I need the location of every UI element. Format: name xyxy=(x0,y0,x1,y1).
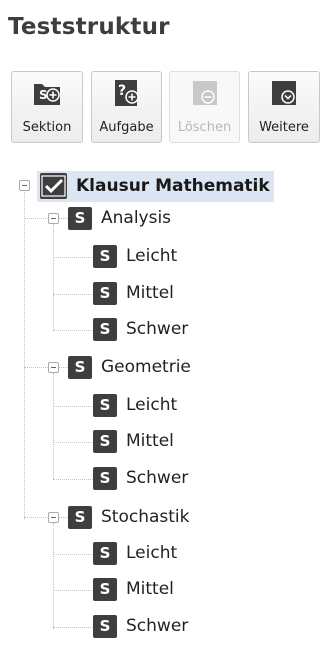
item-label: Schwer xyxy=(126,616,189,636)
item-label: Schwer xyxy=(126,468,189,488)
tree-connector xyxy=(53,523,54,629)
tree-connector xyxy=(53,406,93,407)
collapse-toggle-stochastik[interactable] xyxy=(48,512,59,523)
tree-connector xyxy=(53,330,93,331)
section-label: Analysis xyxy=(101,208,172,228)
tree-connector xyxy=(53,224,54,330)
section-icon: S xyxy=(93,542,117,565)
section-icon: S xyxy=(93,578,117,601)
section-icon: S xyxy=(93,245,117,268)
checkbox-checked-icon xyxy=(40,173,67,199)
section-icon: S xyxy=(68,356,92,379)
page-title: Teststruktur xyxy=(8,14,170,40)
section-label: Geometrie xyxy=(101,357,191,377)
tree-connector xyxy=(53,442,93,443)
section-icon: S xyxy=(68,207,92,230)
add-task-button[interactable]: ? Aufgabe xyxy=(91,71,162,143)
tree-connector xyxy=(24,192,25,519)
more-button[interactable]: Weitere xyxy=(248,71,320,143)
item-label: Leicht xyxy=(126,543,178,563)
section-icon: S xyxy=(93,615,117,638)
delete-icon xyxy=(192,81,217,105)
tree-connector xyxy=(53,479,93,480)
add-task-label: Aufgabe xyxy=(99,120,154,135)
section-icon: S xyxy=(93,282,117,305)
item-label: Mittel xyxy=(126,431,174,451)
item-label: Mittel xyxy=(126,579,174,599)
add-section-icon: S xyxy=(34,84,60,105)
tree-connector xyxy=(53,590,93,591)
more-label: Weitere xyxy=(259,120,309,135)
tree-connector xyxy=(53,554,93,555)
tree-connector xyxy=(24,218,68,219)
collapse-toggle-geometrie[interactable] xyxy=(48,362,59,373)
tree-connector xyxy=(24,517,68,518)
section-icon: S xyxy=(93,430,117,453)
svg-text:?: ? xyxy=(118,83,126,99)
item-label: Mittel xyxy=(126,283,174,303)
tree-connector xyxy=(53,373,54,479)
collapse-toggle-root[interactable] xyxy=(19,180,30,191)
delete-label: Löschen xyxy=(177,120,232,135)
tree-connector xyxy=(53,627,93,628)
more-dropdown-icon xyxy=(272,81,296,105)
tree-connector xyxy=(24,367,68,368)
tree-connector xyxy=(53,257,93,258)
tree-root-label: Klausur Mathematik xyxy=(76,176,270,196)
item-label: Leicht xyxy=(126,246,178,266)
add-section-button[interactable]: S Sektion xyxy=(11,71,83,143)
collapse-toggle-analysis[interactable] xyxy=(48,213,59,224)
section-icon: S xyxy=(68,506,92,529)
tree-root-node[interactable]: Klausur Mathematik xyxy=(37,171,274,202)
tree-connector xyxy=(53,294,93,295)
delete-button[interactable]: Löschen xyxy=(169,71,240,143)
toolbar: S Sektion ? Aufgabe Löschen Weitere xyxy=(11,71,321,145)
item-label: Schwer xyxy=(126,319,189,339)
item-label: Leicht xyxy=(126,395,178,415)
section-icon: S xyxy=(93,467,117,490)
test-structure-tree: Klausur Mathematik S Analysis S Leicht S… xyxy=(0,160,334,650)
add-task-icon: ? xyxy=(114,80,139,106)
add-section-label: Sektion xyxy=(22,120,72,135)
section-label: Stochastik xyxy=(101,507,190,527)
section-icon: S xyxy=(93,318,117,341)
section-icon: S xyxy=(93,394,117,417)
